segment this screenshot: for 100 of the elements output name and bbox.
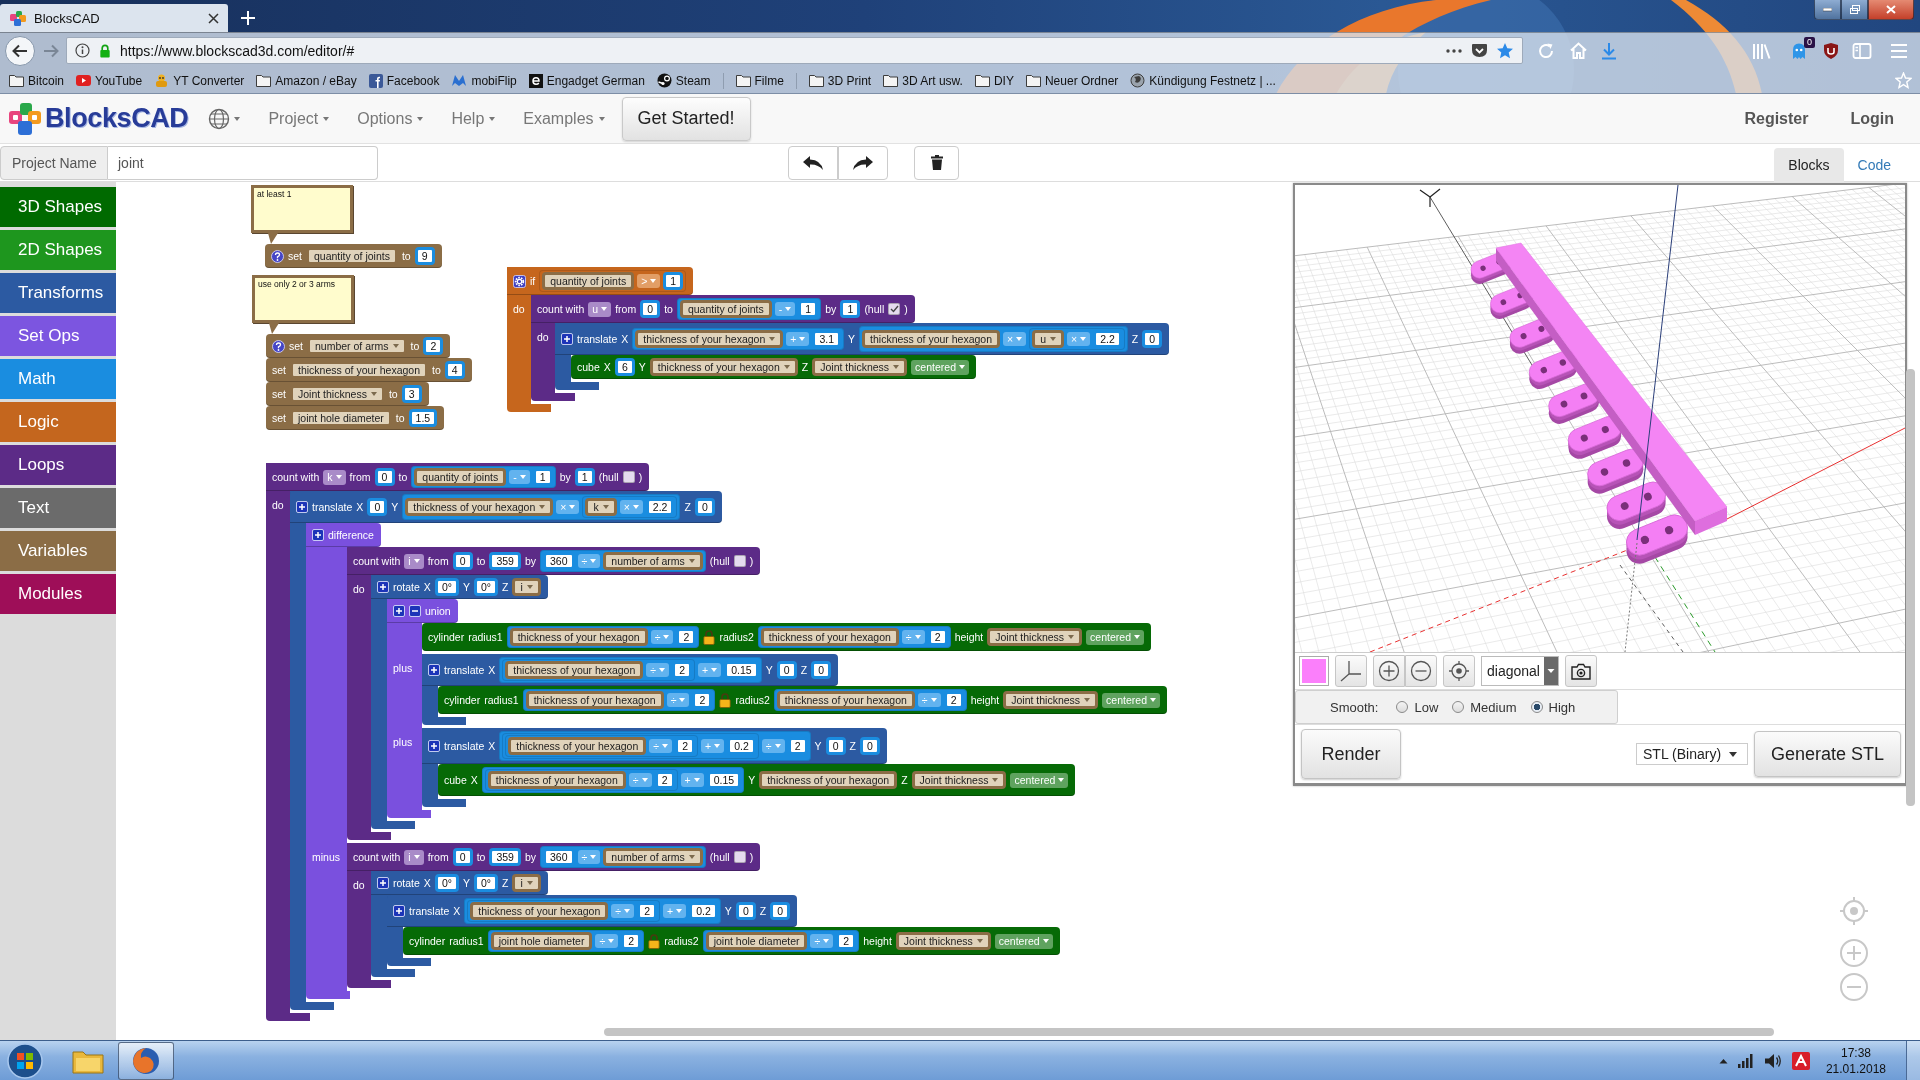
- category-item[interactable]: Math: [0, 359, 116, 399]
- variable-field[interactable]: thickness of your hexagon: [509, 628, 648, 646]
- variable-field[interactable]: i: [512, 578, 541, 596]
- bookmark-item[interactable]: 3D Print: [808, 73, 872, 88]
- category-item[interactable]: Loops: [0, 445, 116, 485]
- logo-icon[interactable]: [8, 101, 42, 136]
- nav-menu[interactable]: Help: [451, 109, 496, 128]
- category-item[interactable]: Text: [0, 488, 116, 528]
- radio-option[interactable]: Medium: [1452, 699, 1517, 715]
- variable-field[interactable]: thickness of your hexagon: [290, 361, 428, 379]
- axes-button[interactable]: [1335, 655, 1367, 687]
- variable-field[interactable]: quantity of joints: [679, 300, 772, 318]
- variable-field[interactable]: k: [585, 498, 617, 516]
- get-started-button[interactable]: Get Started!: [621, 96, 751, 141]
- variable-field[interactable]: quantity of joints: [306, 247, 398, 265]
- project-name-field[interactable]: joint: [108, 145, 378, 180]
- variable-field[interactable]: Joint thickness: [290, 385, 385, 403]
- star-icon[interactable]: [1496, 41, 1514, 60]
- number-field[interactable]: 1: [574, 468, 595, 486]
- nav-link[interactable]: Register: [1744, 109, 1809, 128]
- restore-button[interactable]: [1841, 0, 1868, 20]
- variable-field[interactable]: thickness of your hexagon: [776, 691, 915, 709]
- bookmark-item[interactable]: 3D Art usw.: [883, 73, 963, 88]
- variable-field[interactable]: thickness of your hexagon: [487, 771, 626, 789]
- variable-field[interactable]: Joint thickness: [895, 932, 991, 950]
- number-field[interactable]: 1: [840, 300, 861, 318]
- variable-field[interactable]: thickness of your hexagon: [862, 330, 1001, 348]
- plus-icon[interactable]: [296, 501, 308, 513]
- bookmark-item[interactable]: DIY: [974, 73, 1014, 88]
- number-field[interactable]: 4: [444, 361, 465, 379]
- bookmark-item[interactable]: Engadget German: [528, 73, 645, 88]
- variable-field[interactable]: i: [512, 874, 541, 892]
- close-icon[interactable]: [208, 12, 219, 24]
- camera-button[interactable]: [1564, 655, 1597, 687]
- category-item[interactable]: Modules: [0, 574, 116, 614]
- number-field[interactable]: 360: [543, 848, 575, 866]
- horizontal-scrollbar[interactable]: [604, 1028, 1774, 1036]
- address-field[interactable]: https://www.blockscad3d.com/editor/#: [66, 37, 1523, 64]
- info-icon[interactable]: [75, 43, 90, 58]
- number-field[interactable]: 0°: [473, 874, 498, 892]
- bookmark-item[interactable]: YT Converter: [154, 73, 245, 88]
- nav-menu[interactable]: Examples: [523, 109, 605, 128]
- bookmark-item[interactable]: Kündigung Festnetz | ...: [1130, 73, 1276, 88]
- nav-link[interactable]: Login: [1850, 109, 1894, 128]
- generate-stl-button[interactable]: Generate STL: [1754, 731, 1901, 777]
- view-tab[interactable]: Code: [1843, 147, 1905, 182]
- hull-checkbox[interactable]: [888, 303, 901, 315]
- variable-field[interactable]: joint hole diameter: [290, 409, 392, 427]
- zoom-in-button[interactable]: [1373, 655, 1405, 687]
- variable-field[interactable]: number of arms: [603, 848, 703, 866]
- variable-field[interactable]: thickness of your hexagon: [635, 330, 784, 348]
- category-item[interactable]: Logic: [0, 402, 116, 442]
- bookmark-item[interactable]: Amazon / eBay: [256, 73, 357, 88]
- language-menu[interactable]: [208, 107, 241, 130]
- radio-button[interactable]: [1396, 701, 1409, 713]
- format-select[interactable]: STL (Binary): [1636, 743, 1748, 765]
- redo-button[interactable]: [838, 145, 888, 180]
- variable-field[interactable]: thickness of your hexagon: [649, 358, 798, 376]
- chevron-up-icon[interactable]: [1718, 1057, 1728, 1064]
- close-button[interactable]: [1868, 0, 1914, 20]
- variable-field[interactable]: u: [1032, 330, 1065, 348]
- category-item[interactable]: Variables: [0, 531, 116, 571]
- antivirus-icon[interactable]: [1791, 1051, 1810, 1070]
- render-button[interactable]: Render: [1301, 729, 1401, 779]
- logo-text[interactable]: BlocksCAD: [45, 103, 189, 134]
- hull-checkbox[interactable]: [733, 555, 746, 567]
- plus-icon[interactable]: [428, 664, 440, 676]
- lock-icon[interactable]: [703, 629, 716, 645]
- start-icon[interactable]: [6, 1041, 44, 1080]
- number-field[interactable]: 0: [694, 498, 715, 516]
- variable-field[interactable]: quantity of joints: [542, 272, 635, 290]
- number-field[interactable]: 0: [860, 737, 880, 755]
- bookmark-item[interactable]: Bitcoin: [9, 73, 65, 88]
- browser-tab[interactable]: BlocksCAD: [0, 4, 228, 32]
- variable-field[interactable]: joint hole diameter: [490, 932, 593, 950]
- plus-icon[interactable]: [377, 877, 389, 889]
- category-item[interactable]: 3D Shapes: [0, 187, 116, 227]
- variable-field[interactable]: Joint thickness: [812, 358, 908, 376]
- number-field[interactable]: 0: [770, 902, 791, 920]
- number-field[interactable]: 0: [452, 552, 473, 570]
- number-field[interactable]: 0.15: [724, 661, 759, 679]
- view-select[interactable]: diagonal: [1481, 656, 1559, 686]
- number-field[interactable]: 360: [543, 552, 575, 570]
- number-field[interactable]: 359: [489, 848, 521, 866]
- number-field[interactable]: 2: [423, 337, 444, 355]
- lock-icon[interactable]: [719, 692, 732, 708]
- number-field[interactable]: 0: [1142, 330, 1163, 348]
- variable-field[interactable]: number of arms: [307, 337, 407, 355]
- variable-field[interactable]: thickness of your hexagon: [470, 902, 609, 920]
- question-icon[interactable]: [272, 339, 285, 353]
- lock-icon[interactable]: [648, 933, 661, 949]
- number-field[interactable]: 359: [489, 552, 521, 570]
- variable-field[interactable]: thickness of your hexagon: [760, 628, 899, 646]
- number-field[interactable]: 0.2: [689, 902, 718, 920]
- shield-icon[interactable]: [1822, 41, 1840, 60]
- bookmark-item[interactable]: Steam: [656, 73, 711, 88]
- taskbar-app[interactable]: [118, 1041, 174, 1080]
- center-button[interactable]: [1443, 655, 1475, 687]
- vertical-scrollbar[interactable]: [1906, 369, 1915, 806]
- plus-icon[interactable]: [312, 529, 324, 541]
